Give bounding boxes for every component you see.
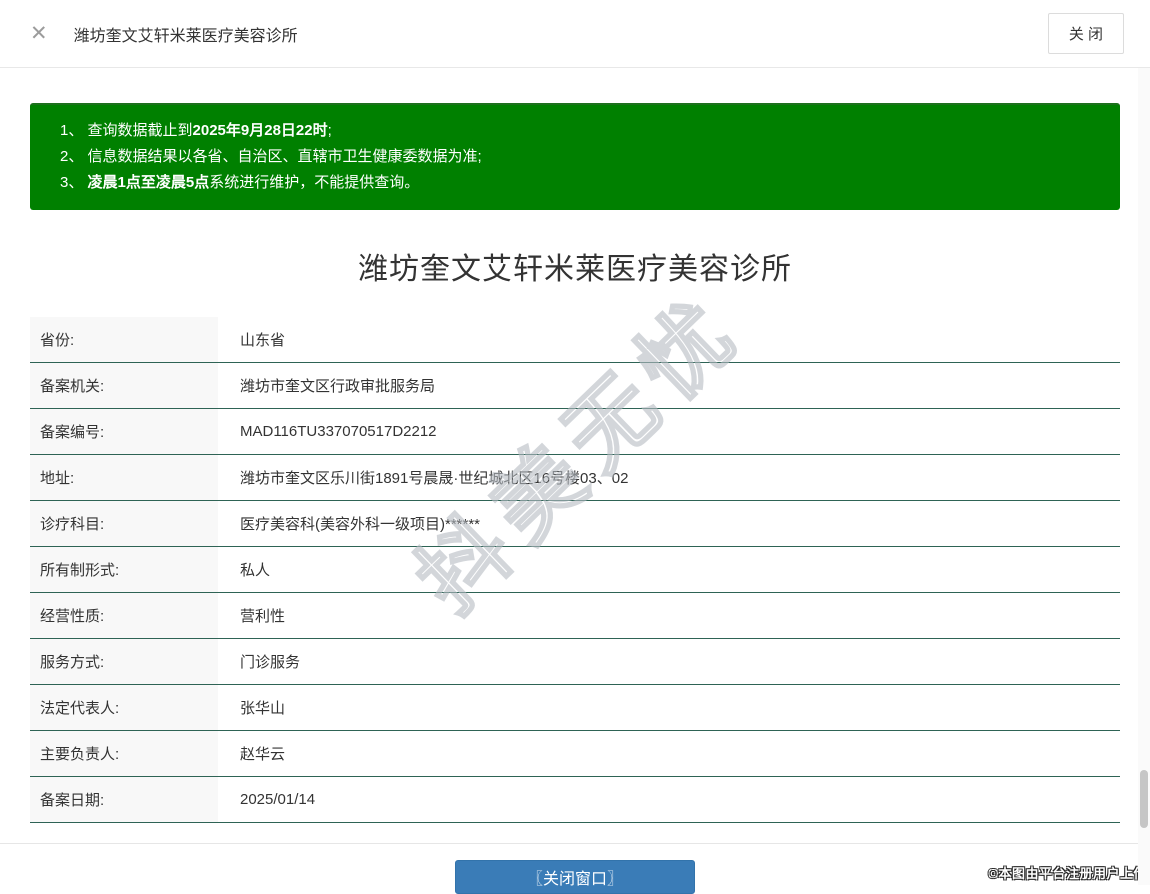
field-label: 备案日期: xyxy=(30,777,218,822)
field-label: 地址: xyxy=(30,455,218,500)
field-value: 山东省 xyxy=(218,317,285,362)
table-row-filing-number: 备案编号: MAD116TU337070517D2212 xyxy=(30,409,1120,455)
notice-line-3-prefix: 3、 xyxy=(60,174,88,191)
notice-line-1-text: 1、 查询数据截止到 xyxy=(60,122,193,139)
field-value: 私人 xyxy=(218,547,270,592)
page-title: 潍坊奎文艾轩米莱医疗美容诊所 xyxy=(30,244,1120,288)
field-value: 张华山 xyxy=(218,685,285,730)
notice-line-1: 1、 查询数据截止到2025年9月28日22时; xyxy=(60,118,1090,144)
copyright-watermark: ©本图由平台注册用户上传 xyxy=(988,863,1147,882)
divider xyxy=(0,843,1150,844)
notice-box: 1、 查询数据截止到2025年9月28日22时; 2、 信息数据结果以各省、自治… xyxy=(30,103,1120,210)
close-button[interactable]: 关 闭 xyxy=(1048,13,1124,54)
field-value: 门诊服务 xyxy=(218,639,300,684)
table-row-business-nature: 经营性质: 营利性 xyxy=(30,593,1120,639)
field-label: 省份: xyxy=(30,317,218,362)
field-value: 赵华云 xyxy=(218,731,285,776)
notice-line-2: 2、 信息数据结果以各省、自治区、直辖市卫生健康委数据为准; xyxy=(60,144,1090,170)
table-row-service-mode: 服务方式: 门诊服务 xyxy=(30,639,1120,685)
field-value: MAD116TU337070517D2212 xyxy=(218,409,437,454)
button-area: 〖关闭窗口〗 xyxy=(30,860,1120,894)
table-row-filing-date: 备案日期: 2025/01/14 xyxy=(30,777,1120,823)
field-value: 潍坊市奎文区乐川街1891号晨晟·世纪城北区16号楼03、02 xyxy=(218,455,628,500)
table-row-ownership: 所有制形式: 私人 xyxy=(30,547,1120,593)
field-value: 潍坊市奎文区行政审批服务局 xyxy=(218,363,435,408)
field-value: 医疗美容科(美容外科一级项目)****** xyxy=(218,501,480,546)
notice-line-2-text: 2、 信息数据结果以各省、自治区、直辖市卫生健康委数据为准; xyxy=(60,148,482,165)
field-label: 备案机关: xyxy=(30,363,218,408)
header-title: 潍坊奎文艾轩米莱医疗美容诊所 xyxy=(74,22,298,46)
notice-line-3-text: 系统进行维护，不能提供查询。 xyxy=(209,174,419,191)
modal-header: ✕ 潍坊奎文艾轩米莱医疗美容诊所 关 闭 xyxy=(0,0,1150,68)
modal-body: 1、 查询数据截止到2025年9月28日22时; 2、 信息数据结果以各省、自治… xyxy=(0,103,1150,894)
field-label: 备案编号: xyxy=(30,409,218,454)
notice-line-3-bold: 凌晨1点至凌晨5点 xyxy=(88,174,210,191)
notice-line-1-bold: 2025年9月28日22时 xyxy=(193,122,328,139)
field-label: 服务方式: xyxy=(30,639,218,684)
field-label: 法定代表人: xyxy=(30,685,218,730)
notice-line-1-punct: ; xyxy=(328,122,332,139)
table-row-province: 省份: 山东省 xyxy=(30,317,1120,363)
table-row-filing-authority: 备案机关: 潍坊市奎文区行政审批服务局 xyxy=(30,363,1120,409)
table-row-legal-representative: 法定代表人: 张华山 xyxy=(30,685,1120,731)
info-table: 省份: 山东省 备案机关: 潍坊市奎文区行政审批服务局 备案编号: MAD116… xyxy=(30,317,1120,823)
close-icon[interactable]: ✕ xyxy=(30,23,48,44)
scrollbar-track xyxy=(1138,68,1150,885)
notice-line-3: 3、 凌晨1点至凌晨5点系统进行维护，不能提供查询。 xyxy=(60,170,1090,196)
field-value: 2025/01/14 xyxy=(218,777,315,822)
field-label: 所有制形式: xyxy=(30,547,218,592)
table-row-main-person-in-charge: 主要负责人: 赵华云 xyxy=(30,731,1120,777)
field-label: 经营性质: xyxy=(30,593,218,638)
close-window-button[interactable]: 〖关闭窗口〗 xyxy=(455,860,695,894)
field-label: 诊疗科目: xyxy=(30,501,218,546)
scrollbar-thumb[interactable] xyxy=(1140,770,1148,828)
table-row-address: 地址: 潍坊市奎文区乐川街1891号晨晟·世纪城北区16号楼03、02 xyxy=(30,455,1120,501)
field-value: 营利性 xyxy=(218,593,285,638)
field-label: 主要负责人: xyxy=(30,731,218,776)
table-row-treatment-subjects: 诊疗科目: 医疗美容科(美容外科一级项目)****** xyxy=(30,501,1120,547)
